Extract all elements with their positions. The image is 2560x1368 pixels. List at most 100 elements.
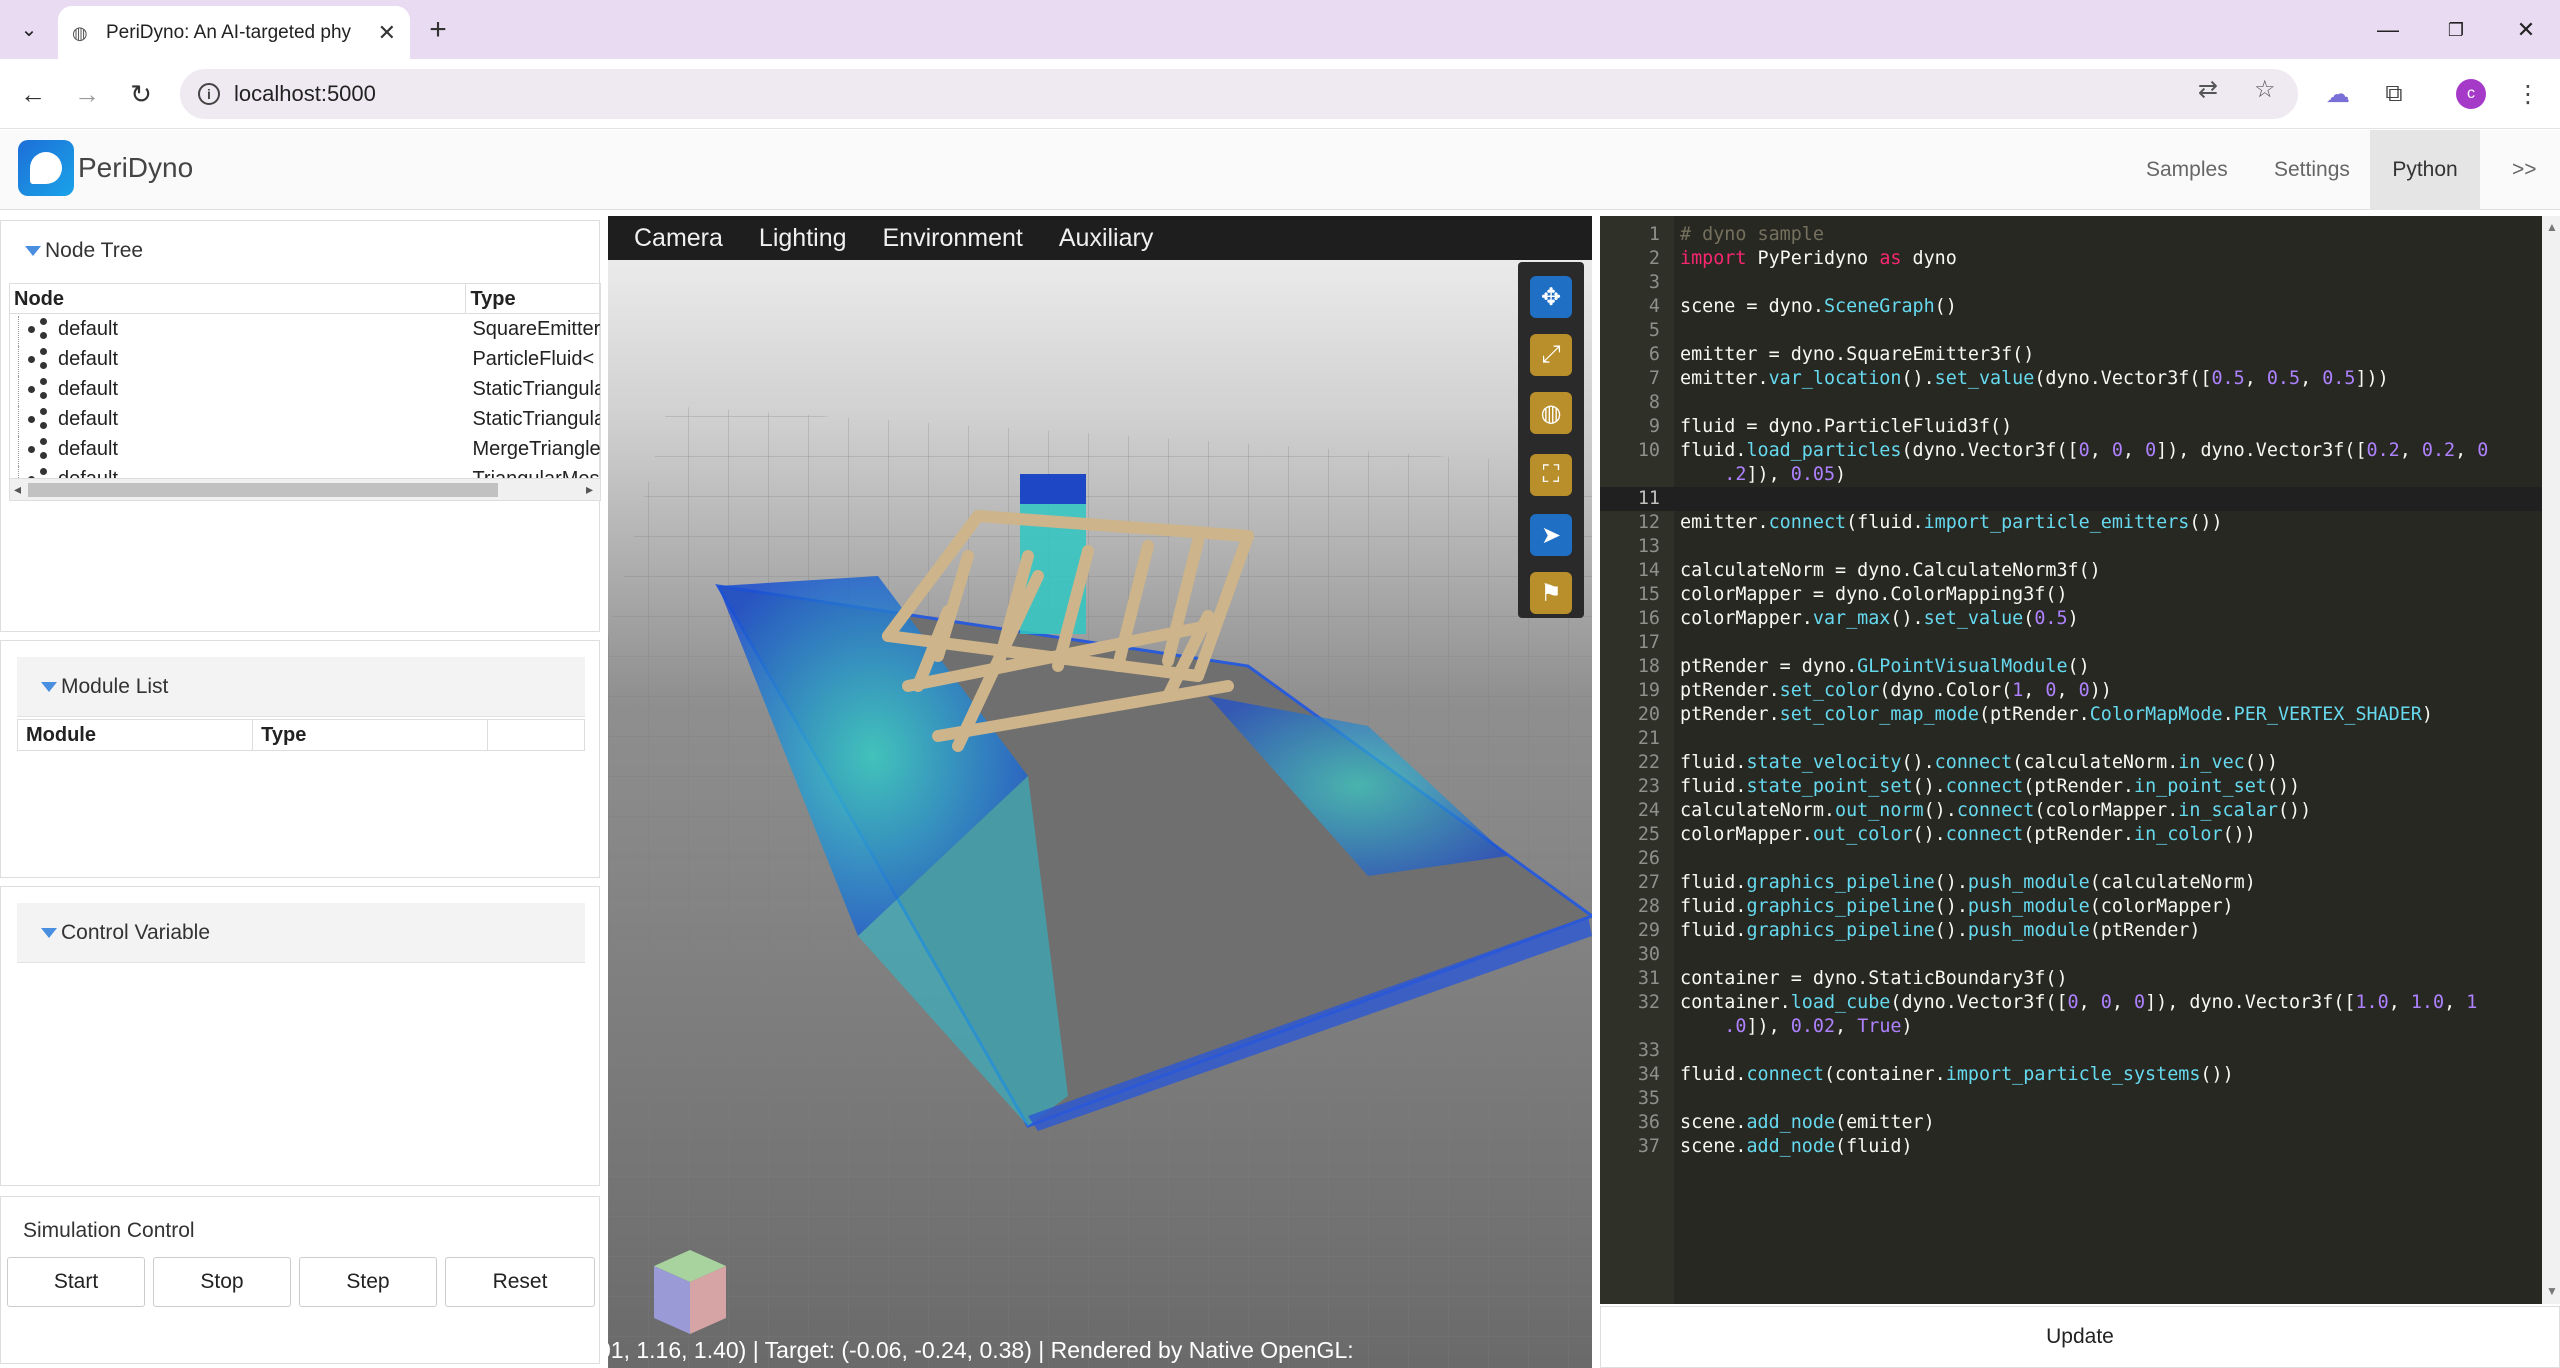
fit-view-icon[interactable]: ⛶ <box>1530 454 1572 496</box>
scroll-left-icon[interactable]: ◂ <box>14 481 21 498</box>
scale-icon[interactable]: ⤢ <box>1530 334 1572 376</box>
menu-environment[interactable]: Environment <box>883 224 1023 253</box>
code-line[interactable]: 31 container = dyno.StaticBoundary3f() <box>1600 967 2560 991</box>
code-line[interactable]: 34 fluid.connect(container.import_particl… <box>1600 1063 2560 1087</box>
code-line[interactable]: 14 calculateNorm = dyno.CalculateNorm3f() <box>1600 559 2560 583</box>
scroll-down-icon[interactable]: ▼ <box>2546 1284 2558 1298</box>
node-tree-hscrollbar[interactable]: ◂ ▸ <box>10 478 600 500</box>
nav-samples[interactable]: Samples <box>2122 130 2252 210</box>
node-tree-row[interactable]: default ParticleFluid< <box>10 344 600 378</box>
browser-tab[interactable]: ◍ PeriDyno: An AI-targeted phy ✕ <box>58 6 410 59</box>
address-url[interactable]: localhost:5000 <box>234 81 376 107</box>
node-tree-row[interactable]: default SquareEmitter <box>10 314 600 348</box>
browser-menu-icon[interactable]: ⋮ <box>2510 76 2546 112</box>
translate-icon[interactable]: ⇄ <box>2198 75 2218 104</box>
code-line[interactable]: 12 emitter.connect(fluid.import_particle_… <box>1600 511 2560 535</box>
scroll-right-icon[interactable]: ▸ <box>586 481 593 498</box>
nav-expand[interactable]: >> <box>2488 130 2560 210</box>
code-line[interactable]: 28 fluid.graphics_pipeline().push_module(… <box>1600 895 2560 919</box>
stop-button[interactable]: Stop <box>153 1257 291 1307</box>
node-tree-row[interactable]: default StaticTriangula <box>10 374 600 408</box>
code-line[interactable]: 20 ptRender.set_color_map_mode(ptRender.C… <box>1600 703 2560 727</box>
code-line[interactable]: 35 <box>1600 1087 2560 1111</box>
code-line[interactable]: 8 <box>1600 391 2560 415</box>
node-cell[interactable]: default <box>10 435 466 468</box>
code-line[interactable]: 37 scene.add_node(fluid) <box>1600 1135 2560 1159</box>
code-line[interactable]: 36 scene.add_node(emitter) <box>1600 1111 2560 1135</box>
tab-close-icon[interactable]: ✕ <box>378 20 396 46</box>
column-header-node[interactable]: Node <box>10 284 467 313</box>
code-line[interactable]: 21 <box>1600 727 2560 751</box>
menu-lighting[interactable]: Lighting <box>759 224 847 253</box>
tab-search-chevron-icon[interactable]: ⌄ <box>12 14 46 44</box>
scroll-up-icon[interactable]: ▲ <box>2546 220 2558 234</box>
new-tab-icon[interactable]: + <box>420 12 456 48</box>
reload-icon[interactable]: ↻ <box>122 75 160 113</box>
flag-icon[interactable]: ⚑ <box>1530 572 1572 614</box>
column-header-module[interactable]: Module <box>18 720 254 750</box>
code-line[interactable]: 24 calculateNorm.out_norm().connect(color… <box>1600 799 2560 823</box>
python-code-editor[interactable]: 1 # dyno sample 2 import PyPeridyno as dyno… <box>1600 216 2560 1304</box>
scroll-thumb[interactable] <box>28 483 498 497</box>
code-line[interactable]: 15 colorMapper = dyno.ColorMapping3f() <box>1600 583 2560 607</box>
restore-icon[interactable]: ❐ <box>2436 12 2476 48</box>
node-tree-row[interactable]: default MergeTriangle <box>10 434 600 468</box>
column-header-type[interactable]: Type <box>466 284 600 313</box>
control-variable-header[interactable]: Control Variable <box>17 903 585 963</box>
node-cell[interactable]: default <box>10 405 466 438</box>
menu-camera[interactable]: Camera <box>634 224 723 253</box>
forward-arrow-icon[interactable]: → <box>68 75 106 113</box>
bookmark-star-icon[interactable]: ☆ <box>2254 75 2276 104</box>
code-line[interactable]: 30 <box>1600 943 2560 967</box>
start-button[interactable]: Start <box>7 1257 145 1307</box>
reset-button[interactable]: Reset <box>445 1257 595 1307</box>
code-line[interactable]: 6 emitter = dyno.SquareEmitter3f() <box>1600 343 2560 367</box>
code-line[interactable]: 29 fluid.graphics_pipeline().push_module(… <box>1600 919 2560 943</box>
module-list-header[interactable]: Module List <box>17 657 585 717</box>
code-line[interactable]: 13 <box>1600 535 2560 559</box>
window-close-icon[interactable]: ✕ <box>2506 12 2546 48</box>
code-line[interactable]: 26 <box>1600 847 2560 871</box>
code-line[interactable]: 25 colorMapper.out_color().connect(ptRend… <box>1600 823 2560 847</box>
code-line[interactable]: 1 # dyno sample <box>1600 223 2560 247</box>
column-header-type[interactable]: Type <box>253 720 489 750</box>
code-line[interactable]: 3 <box>1600 271 2560 295</box>
site-info-icon[interactable]: i <box>198 83 220 105</box>
extension-cloud-icon[interactable]: ☁ <box>2320 76 2356 112</box>
nav-settings[interactable]: Settings <box>2250 130 2374 210</box>
render-viewport[interactable]: Camera Lighting Environment Auxiliary ✥ … <box>608 216 1592 1368</box>
code-line[interactable]: 7 emitter.var_location().set_value(dyno.V… <box>1600 367 2560 391</box>
code-line[interactable]: 9 fluid = dyno.ParticleFluid3f() <box>1600 415 2560 439</box>
menu-auxiliary[interactable]: Auxiliary <box>1059 224 1153 253</box>
orientation-cube[interactable] <box>644 1246 736 1338</box>
address-bar[interactable]: i localhost:5000 ⇄ ☆ <box>180 69 2298 119</box>
code-line[interactable]: 4 scene = dyno.SceneGraph() <box>1600 295 2560 319</box>
nav-python[interactable]: Python <box>2370 130 2480 210</box>
code-line[interactable]: 5 <box>1600 319 2560 343</box>
node-tree-header[interactable]: Node Tree <box>25 239 143 263</box>
step-button[interactable]: Step <box>299 1257 437 1307</box>
extensions-puzzle-icon[interactable]: ⧉ <box>2376 76 2412 112</box>
navigate-icon[interactable]: ➤ <box>1530 514 1572 556</box>
editor-scrollbar[interactable]: ▲ ▼ <box>2542 216 2560 1304</box>
code-line[interactable]: 32 container.load_cube(dyno.Vector3f([0, … <box>1600 991 2560 1039</box>
code-line[interactable]: 17 <box>1600 631 2560 655</box>
code-line[interactable]: 11 <box>1600 487 2560 511</box>
node-cell[interactable]: default <box>10 315 466 348</box>
code-line[interactable]: 27 fluid.graphics_pipeline().push_module(… <box>1600 871 2560 895</box>
node-tree-row[interactable]: default StaticTriangula <box>10 404 600 438</box>
minimize-icon[interactable]: — <box>2368 12 2408 48</box>
code-line[interactable]: 18 ptRender = dyno.GLPointVisualModule() <box>1600 655 2560 679</box>
move-icon[interactable]: ✥ <box>1530 276 1572 318</box>
code-line[interactable]: 16 colorMapper.var_max().set_value(0.5) <box>1600 607 2560 631</box>
node-cell[interactable]: default <box>10 375 466 408</box>
profile-avatar[interactable]: c <box>2456 79 2486 109</box>
code-line[interactable]: 2 import PyPeridyno as dyno <box>1600 247 2560 271</box>
node-cell[interactable]: default <box>10 345 466 378</box>
globe-icon[interactable]: ◍ <box>1530 392 1572 434</box>
code-line[interactable]: 10 fluid.load_particles(dyno.Vector3f([0,… <box>1600 439 2560 487</box>
back-arrow-icon[interactable]: ← <box>14 75 52 113</box>
update-button[interactable]: Update <box>1600 1306 2560 1368</box>
code-line[interactable]: 19 ptRender.set_color(dyno.Color(1, 0, 0)… <box>1600 679 2560 703</box>
code-line[interactable]: 33 <box>1600 1039 2560 1063</box>
